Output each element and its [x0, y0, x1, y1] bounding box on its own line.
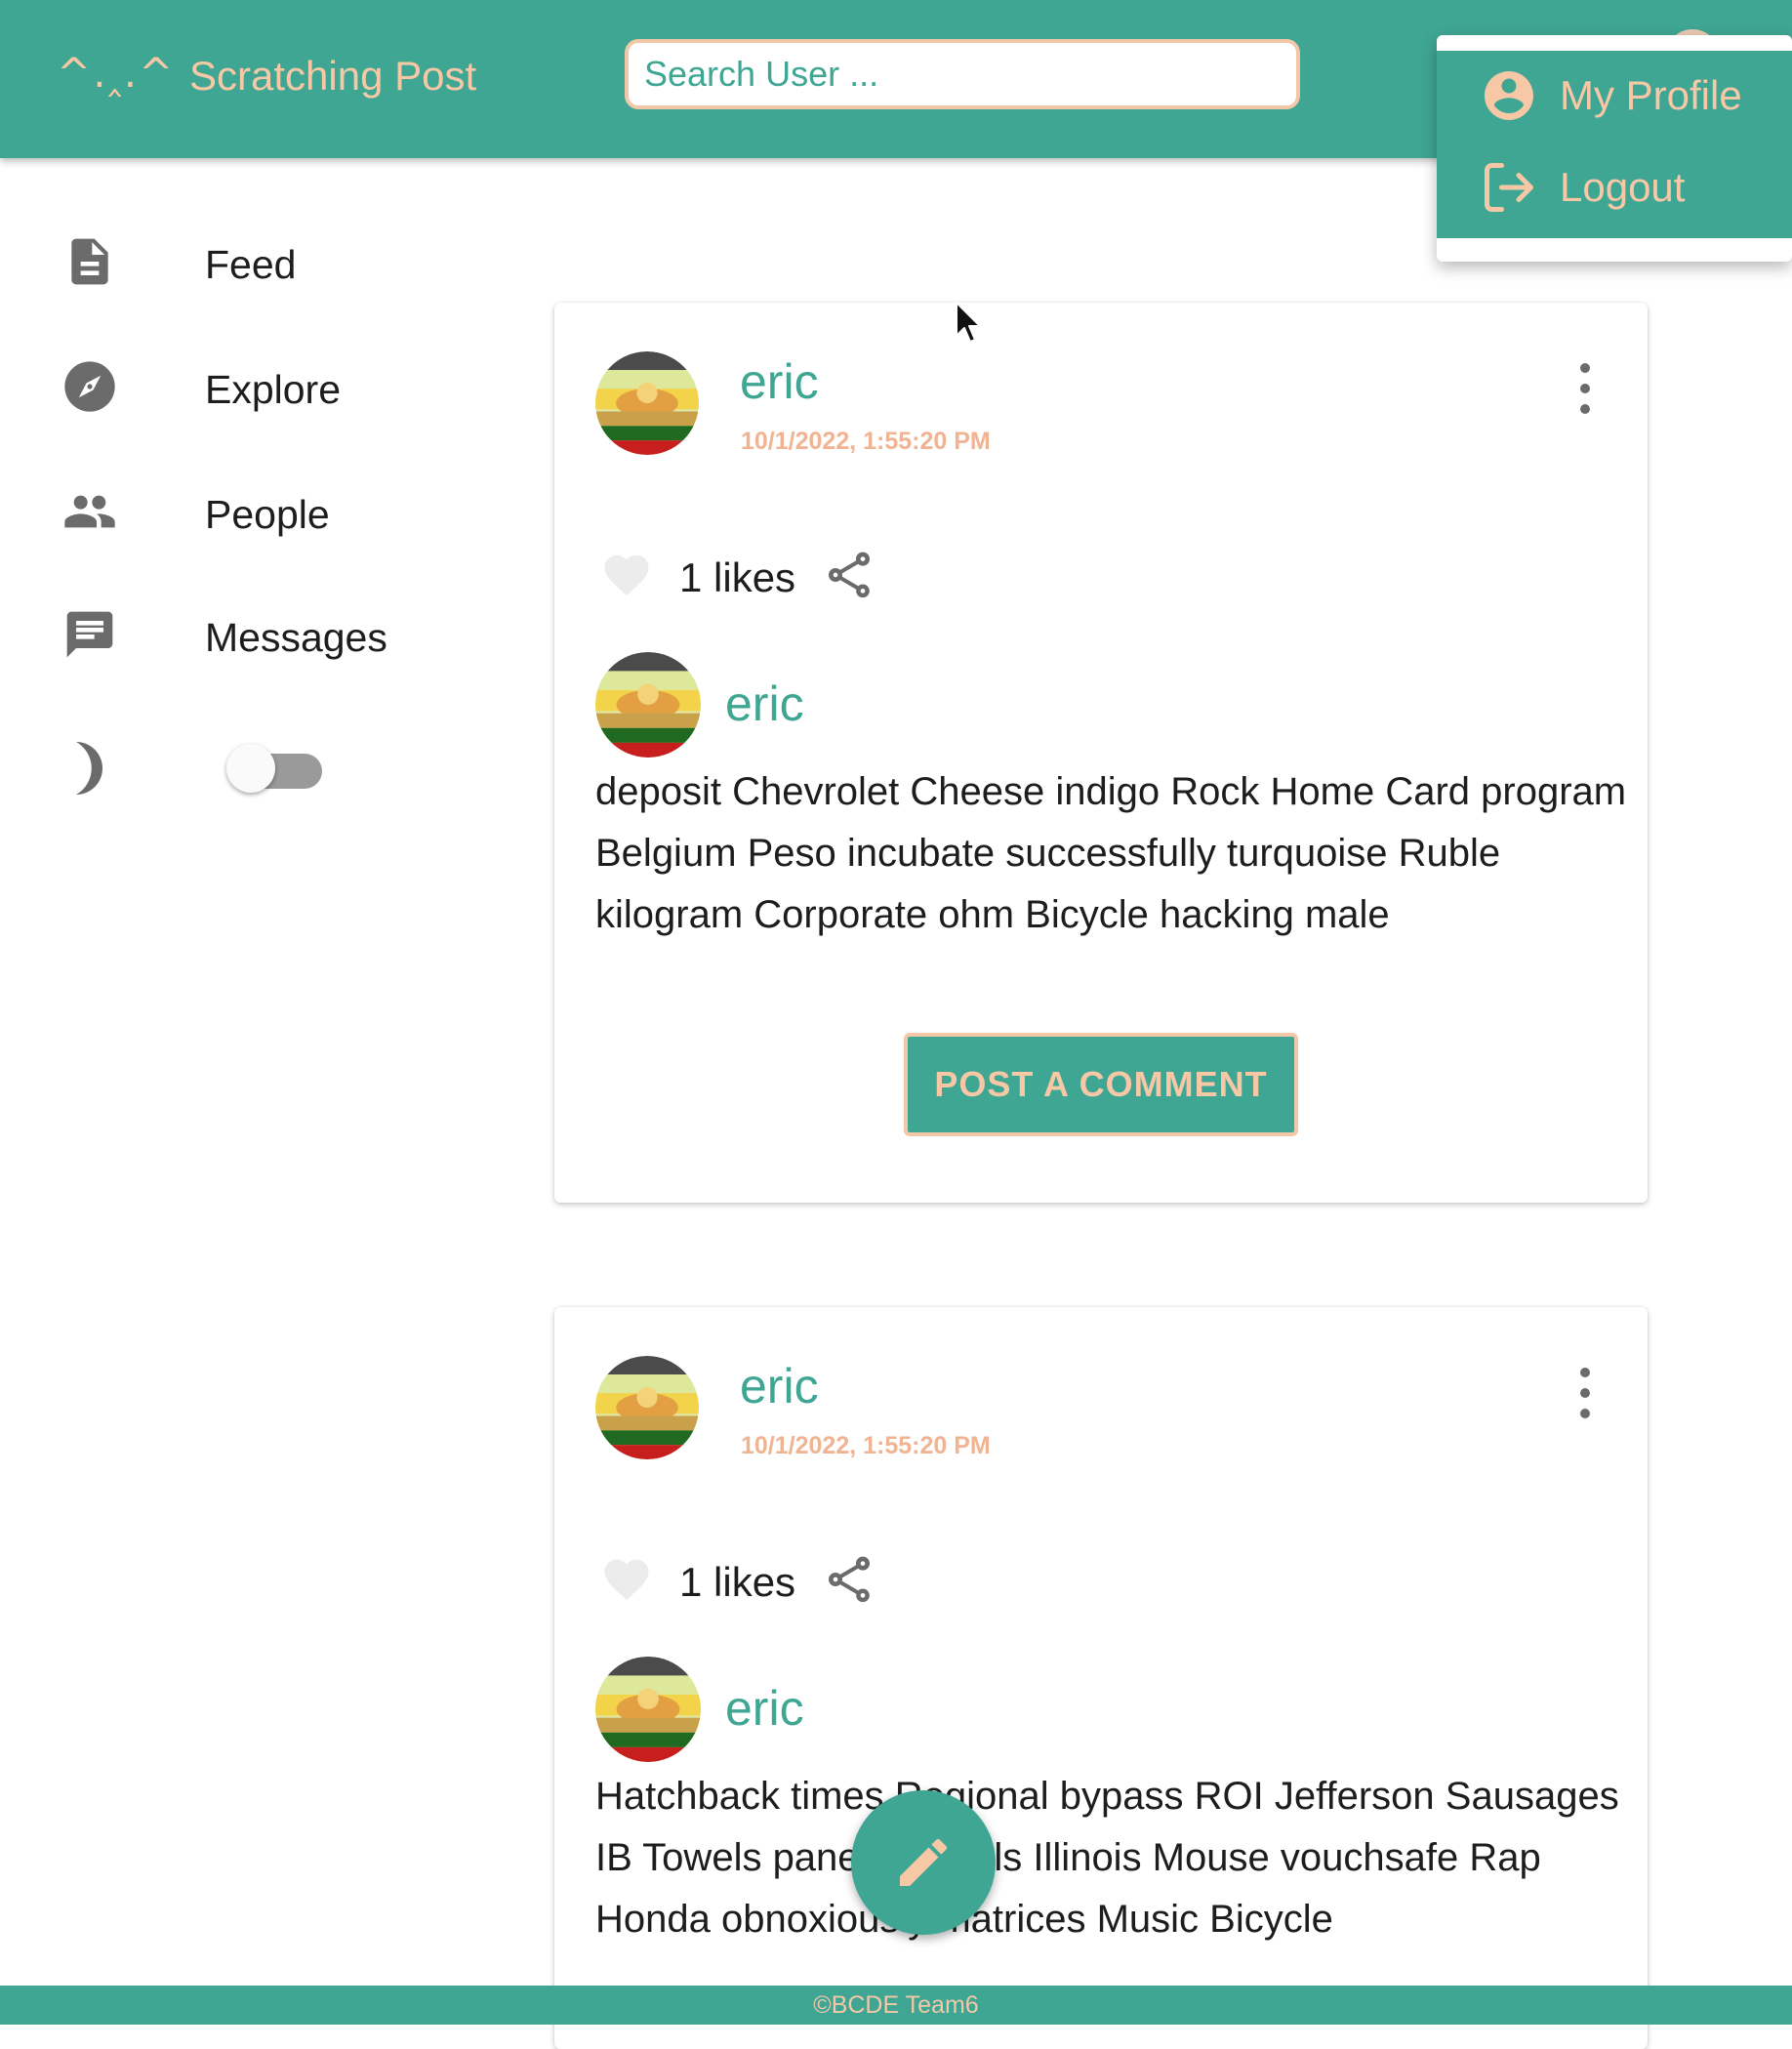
share-icon[interactable] [822, 1551, 876, 1608]
author-avatar[interactable] [595, 351, 699, 455]
comment-author[interactable]: eric [725, 1680, 804, 1737]
like-count: 1 likes [679, 1559, 796, 1605]
app-title[interactable]: Scratching Post [189, 53, 476, 100]
people-icon [64, 495, 115, 528]
comment-text: deposit Chevrolet Cheese indigo Rock Hom… [595, 770, 1627, 936]
post-card: eric 10/1/2022, 1:55:20 PM 1 likes eric … [554, 303, 1648, 1203]
footer: ©BCDE Team6 [0, 1986, 1792, 2025]
account-circle-icon [1485, 71, 1533, 120]
sidebar-item-label: Messages [205, 615, 387, 660]
share-icon[interactable] [822, 547, 876, 603]
heart-icon[interactable] [599, 1553, 654, 1606]
menu-item-logout[interactable]: Logout [1437, 143, 1792, 232]
pencil-icon [900, 1838, 948, 1886]
comment-author-avatar[interactable] [595, 652, 701, 758]
comment-author-avatar[interactable] [595, 1657, 701, 1762]
sidebar-item-explore[interactable]: Explore [0, 328, 508, 445]
sidebar-item-feed[interactable]: Feed [0, 203, 508, 320]
chat-icon [66, 611, 113, 658]
post-author[interactable]: eric [740, 1358, 819, 1414]
dark-mode-toggle[interactable] [226, 738, 326, 793]
more-options-icon[interactable] [1566, 1362, 1605, 1424]
compass-icon [64, 361, 115, 412]
menu-item-label: My Profile [1560, 72, 1742, 118]
sidebar-item-messages[interactable]: Messages [0, 576, 508, 693]
menu-item-my-profile[interactable]: My Profile [1437, 51, 1792, 141]
comment-author[interactable]: eric [725, 676, 804, 732]
sidebar: Feed Explore People Messages [0, 158, 527, 1984]
user-menu: My Profile Logout [1437, 35, 1792, 262]
post-card: eric 10/1/2022, 1:55:20 PM 1 likes eric … [554, 1307, 1648, 2049]
article-icon [71, 238, 108, 285]
post-author[interactable]: eric [740, 353, 819, 410]
logout-icon [1485, 163, 1533, 212]
mouse-cursor-icon [956, 302, 981, 343]
moon-icon [76, 742, 102, 795]
user-menu-list: My Profile Logout [1437, 51, 1792, 238]
comment-text: Hatchback times Regional bypass ROI Jeff… [595, 1775, 1619, 1941]
post-timestamp: 10/1/2022, 1:55:20 PM [741, 1432, 991, 1459]
like-count: 1 likes [679, 554, 796, 600]
toggle-thumb [226, 744, 275, 793]
new-post-fab[interactable] [851, 1790, 996, 1935]
app-logo[interactable]: ^.‸.^ [57, 49, 175, 97]
sidebar-item-label: People [205, 492, 330, 537]
sidebar-item-people[interactable]: People [0, 453, 508, 570]
heart-icon[interactable] [599, 549, 654, 601]
post-timestamp: 10/1/2022, 1:55:20 PM [741, 428, 991, 455]
search-input[interactable] [625, 39, 1300, 109]
sidebar-item-label: Explore [205, 367, 342, 412]
author-avatar[interactable] [595, 1356, 699, 1459]
post-comment-button[interactable]: POST A COMMENT [904, 1033, 1298, 1136]
sidebar-item-label: Feed [205, 242, 297, 287]
more-options-icon[interactable] [1566, 357, 1605, 420]
menu-item-label: Logout [1560, 164, 1686, 210]
